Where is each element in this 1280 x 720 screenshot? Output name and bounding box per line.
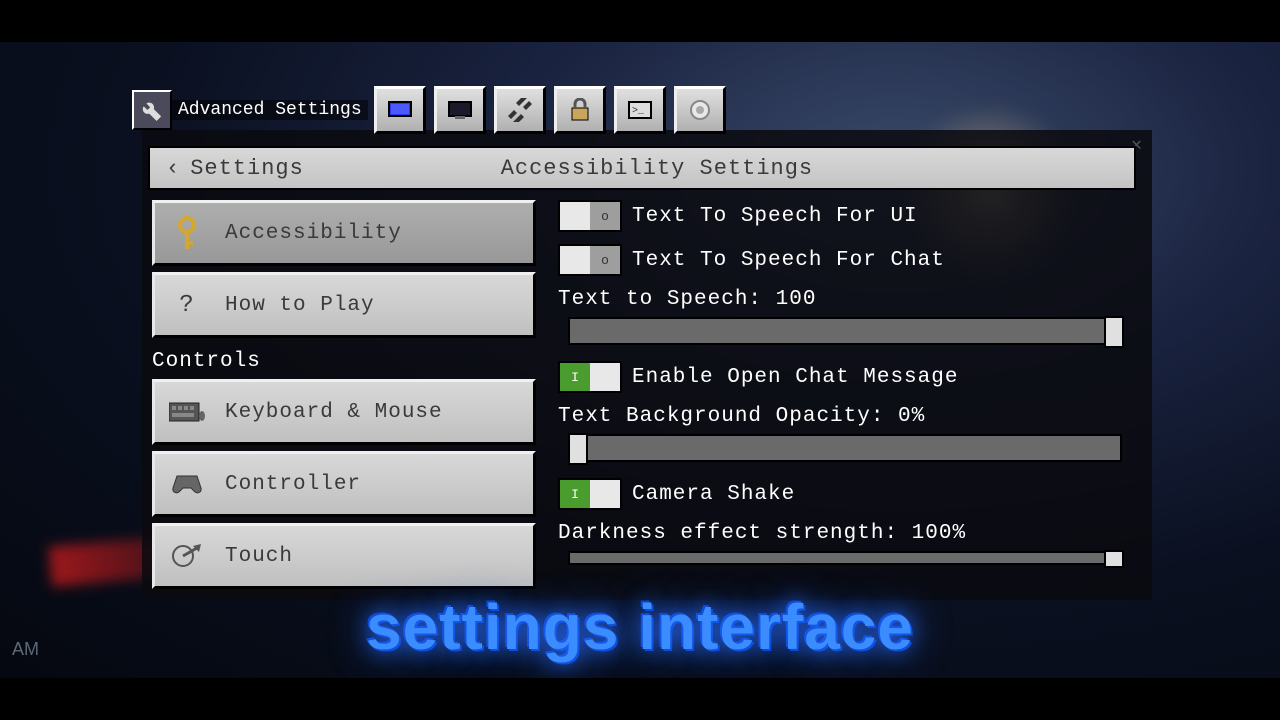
toggle-label: Camera Shake (632, 483, 795, 506)
wrench-icon (132, 90, 172, 130)
toolbar-btn-display[interactable] (374, 86, 426, 134)
key-icon (169, 215, 205, 251)
svg-text:>_: >_ (632, 106, 645, 117)
slider-tts-label: Text to Speech: 100 (558, 288, 1138, 311)
sidebar-item-keyboard[interactable]: Keyboard & Mouse (152, 379, 536, 445)
sidebar-item-how-to-play[interactable]: ? How to Play (152, 272, 536, 338)
toggle-label: Enable Open Chat Message (632, 366, 958, 389)
toggle-switch[interactable]: I (558, 361, 622, 393)
toggle-switch[interactable]: I (558, 478, 622, 510)
sidebar-item-label: Accessibility (225, 222, 402, 245)
chevron-left-icon: ‹ (166, 156, 180, 181)
toggle-label: Text To Speech For UI (632, 205, 918, 228)
sidebar-item-touch[interactable]: Touch (152, 523, 536, 589)
toggle-switch[interactable]: o (558, 244, 622, 276)
sidebar-item-label: Touch (225, 545, 293, 568)
toggle-tts-ui: o Text To Speech For UI (558, 200, 1138, 232)
header-bar: ‹ Settings Accessibility Settings (148, 146, 1136, 190)
toggle-open-chat: I Enable Open Chat Message (558, 361, 1138, 393)
toolbar-btn-blank[interactable] (434, 86, 486, 134)
slider-handle[interactable] (568, 433, 588, 465)
toggle-label: Text To Speech For Chat (632, 249, 945, 272)
letterbox-bottom (0, 678, 1280, 720)
sidebar-item-accessibility[interactable]: Accessibility (152, 200, 536, 266)
settings-panel: ✕ ‹ Settings Accessibility Settings Acce… (142, 130, 1152, 600)
back-button[interactable]: ‹ Settings (150, 148, 320, 188)
settings-content: o Text To Speech For UI o Text To Speech… (558, 200, 1138, 565)
keyboard-icon (169, 401, 205, 423)
slider-darkness[interactable] (568, 551, 1122, 565)
back-label: Settings (190, 156, 304, 181)
page-title: Accessibility Settings (320, 156, 1134, 181)
slider-tts[interactable] (568, 317, 1122, 345)
sidebar-item-controller[interactable]: Controller (152, 451, 536, 517)
toggle-camera-shake: I Camera Shake (558, 478, 1138, 510)
video-caption: settings interface (366, 590, 914, 664)
toolbar-btn-terminal[interactable]: >_ (614, 86, 666, 134)
toolbar-btn-tools[interactable] (494, 86, 546, 134)
question-icon: ? (169, 292, 205, 319)
toggle-tts-chat: o Text To Speech For Chat (558, 244, 1138, 276)
advanced-settings-toolbar: Advanced Settings >_ (132, 86, 726, 134)
sidebar: Accessibility ? How to Play Controls Key… (152, 200, 536, 595)
gamepad-icon (169, 472, 205, 496)
section-controls-label: Controls (152, 344, 536, 379)
toggle-switch[interactable]: o (558, 200, 622, 232)
watermark: AM (12, 639, 39, 660)
touch-icon (169, 542, 205, 570)
sidebar-item-label: Keyboard & Mouse (225, 401, 443, 424)
letterbox-top (0, 0, 1280, 42)
toolbar-title: Advanced Settings (172, 100, 368, 120)
toolbar-btn-lock[interactable] (554, 86, 606, 134)
slider-bg-opacity-label: Text Background Opacity: 0% (558, 405, 1138, 428)
sidebar-item-label: Controller (225, 473, 361, 496)
slider-darkness-label: Darkness effect strength: 100% (558, 522, 1138, 545)
slider-handle[interactable] (1104, 316, 1124, 348)
toolbar-btn-gear[interactable] (674, 86, 726, 134)
slider-bg-opacity[interactable] (568, 434, 1122, 462)
sidebar-item-label: How to Play (225, 294, 375, 317)
slider-handle[interactable] (1104, 550, 1124, 568)
